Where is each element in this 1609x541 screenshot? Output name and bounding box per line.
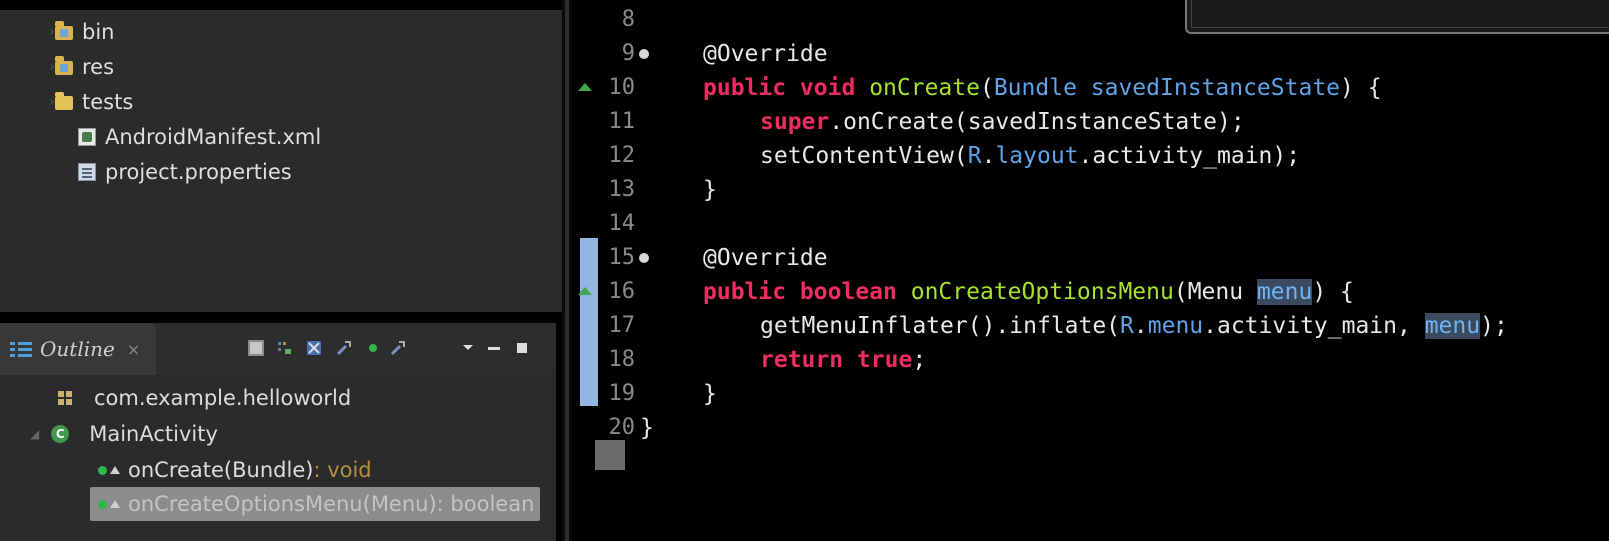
code-line-15: @Override: [703, 245, 828, 271]
tree-item-label: bin: [82, 20, 115, 44]
tree-item-label: project.properties: [105, 160, 292, 184]
override-icon: [110, 466, 120, 474]
code-editor[interactable]: 8 9 10 11 12 13 14 15 16 17 18 19 20 @Ov…: [575, 0, 1609, 541]
code-line-13: }: [703, 177, 717, 203]
outline-item-label: com.example.helloworld: [94, 386, 352, 410]
code-line-10: public void onCreate(Bundle savedInstanc…: [703, 75, 1382, 101]
line-number: 19: [608, 381, 636, 406]
code-line-12: setContentView(R.layout.activity_main);: [760, 143, 1301, 169]
line-number: 18: [608, 347, 636, 372]
hide-nonpublic-icon[interactable]: [365, 340, 381, 356]
public-method-icon: [98, 465, 107, 475]
close-icon[interactable]: ×: [127, 340, 140, 359]
tree-item-androidmanifest[interactable]: AndroidManifest.xml: [78, 121, 321, 153]
properties-file-icon: [78, 163, 96, 181]
collapse-all-icon[interactable]: [248, 340, 264, 356]
code-line-19: }: [703, 381, 717, 407]
left-panels: › bin › res › tests AndroidManifest.xml …: [0, 0, 580, 541]
tree-item-tests[interactable]: › tests: [49, 86, 134, 118]
line-number: 11: [608, 109, 636, 134]
tree-item-label: res: [82, 55, 115, 79]
hide-static-icon[interactable]: [336, 340, 352, 356]
line-number: 12: [608, 143, 636, 168]
outline-item-label: onCreate(Bundle): [128, 458, 314, 482]
fold-toggle-icon[interactable]: [639, 253, 649, 263]
find-widget: [1185, 0, 1609, 34]
sort-icon[interactable]: [277, 340, 293, 356]
override-marker-icon[interactable]: [578, 83, 592, 91]
outline-item-mainactivity[interactable]: ◢ C MainActivity: [30, 417, 218, 451]
public-method-icon: [98, 499, 107, 509]
line-number: 17: [608, 313, 636, 338]
occurrence-highlight: menu: [1256, 279, 1313, 305]
override-icon: [110, 500, 120, 508]
sash[interactable]: [562, 0, 572, 541]
maximize-icon[interactable]: [514, 340, 530, 356]
return-type: : boolean: [436, 492, 535, 516]
outline-item-label: onCreateOptionsMenu(Menu): [128, 492, 437, 516]
hide-fields-icon[interactable]: [306, 340, 322, 356]
occurrence-highlight: menu: [1424, 313, 1481, 339]
line-number: 13: [608, 177, 636, 202]
view-menu-icon[interactable]: [460, 340, 476, 356]
outline-icon: [10, 341, 32, 357]
outline-item-label: MainActivity: [89, 422, 218, 446]
override-marker-icon[interactable]: [578, 287, 592, 295]
tree-item-label: AndroidManifest.xml: [105, 125, 322, 149]
code-line-9: @Override: [703, 41, 828, 67]
code-line-16: public boolean onCreateOptionsMenu(Menu …: [703, 279, 1354, 305]
code-line-17: getMenuInflater().inflate(R.menu.activit…: [760, 313, 1508, 339]
tree-item-res[interactable]: › res: [49, 51, 115, 83]
fold-toggle-icon[interactable]: [639, 49, 649, 59]
outline-item-package[interactable]: com.example.helloworld: [58, 381, 351, 415]
code-line-18: return true;: [760, 347, 927, 373]
expand-icon[interactable]: ◢: [30, 427, 39, 441]
line-number: 8: [621, 7, 635, 32]
text-cursor: [595, 440, 625, 470]
outline-tab-bar: Outline ×: [0, 323, 556, 375]
code-line-20: }: [640, 415, 654, 441]
code-line-11: super.onCreate(savedInstanceState);: [760, 109, 1245, 135]
outline-tree: com.example.helloworld ◢ C MainActivity …: [0, 375, 556, 541]
outline-title: Outline: [40, 337, 115, 361]
line-number: 14: [608, 211, 636, 236]
hide-local-types-icon[interactable]: [390, 340, 406, 356]
line-number: 9: [621, 41, 635, 66]
minimize-icon[interactable]: [486, 340, 502, 356]
outline-item-oncreateoptionsmenu[interactable]: onCreateOptionsMenu(Menu) : boolean: [90, 487, 541, 521]
tab-outline[interactable]: Outline ×: [0, 323, 156, 375]
package-explorer: › bin › res › tests AndroidManifest.xml …: [0, 10, 568, 312]
tree-item-project-properties[interactable]: project.properties: [78, 156, 292, 188]
line-number: 15: [608, 245, 636, 270]
tree-item-bin[interactable]: › bin: [49, 16, 115, 48]
class-icon: C: [51, 425, 70, 443]
package-icon: [58, 391, 72, 405]
package-folder-icon: [55, 21, 73, 40]
return-type: : void: [313, 458, 372, 482]
outline-item-oncreate[interactable]: onCreate(Bundle) : void: [98, 453, 372, 487]
folder-icon: [55, 92, 73, 110]
tree-item-label: tests: [82, 90, 134, 114]
package-folder-icon: [55, 56, 73, 75]
xml-file-icon: [78, 128, 96, 146]
